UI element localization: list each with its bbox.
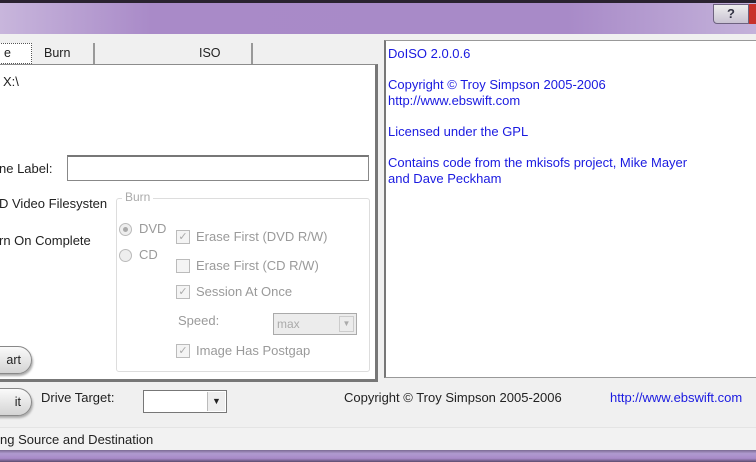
close-button[interactable] [749, 4, 756, 24]
exit-button[interactable]: it [0, 388, 32, 416]
volume-label-input[interactable] [67, 155, 369, 181]
burn-group-legend: Burn [122, 190, 154, 204]
window-frame-bottom [0, 450, 756, 462]
dvd-video-filesystem-checkbox[interactable]: D Video Filesysten [0, 196, 107, 211]
speed-select[interactable]: max ▼ [273, 313, 357, 335]
version-text: DoISO 2.0.0.6 [388, 46, 471, 61]
session-at-once-checkbox[interactable]: ✓ [176, 285, 190, 299]
title-bar [0, 0, 756, 34]
status-text: ng Source and Destination [0, 432, 154, 447]
credits-text: Contains code from the mkisofs project, … [388, 155, 688, 170]
dvd-radio[interactable] [119, 223, 132, 236]
volume-label-label: ne Label: [0, 161, 53, 176]
tab-burn-existing-iso[interactable]: Burn Existing ISO Image [39, 43, 95, 120]
postgap-label: Image Has Postgap [196, 343, 311, 358]
credits-text-2: and Dave Peckham [388, 171, 502, 186]
website-link[interactable]: http://www.ebswift.com [610, 390, 742, 405]
copyright-text: Copyright © Troy Simpson 2005-2006 [388, 77, 606, 92]
burn-on-complete-checkbox[interactable]: rn On Complete [0, 233, 91, 248]
footer-copyright: Copyright © Troy Simpson 2005-2006 [344, 390, 562, 405]
drive-path: X:\ [3, 74, 19, 89]
cd-radio-label: CD [139, 247, 158, 262]
start-button[interactable]: art [0, 346, 32, 374]
erase-dvd-checkbox[interactable]: ✓ [176, 230, 190, 244]
erase-cd-checkbox[interactable] [176, 259, 190, 273]
erase-cd-label: Erase First (CD R/W) [196, 258, 319, 273]
cd-radio[interactable] [119, 249, 132, 262]
chevron-down-icon: ▼ [207, 392, 225, 411]
speed-label: Speed: [178, 313, 220, 328]
website-text: http://www.ebswift.com [388, 93, 521, 108]
erase-dvd-label: Erase First (DVD R/W) [196, 229, 328, 244]
dvd-radio-label: DVD [139, 221, 167, 236]
chevron-down-icon: ▼ [339, 316, 354, 332]
session-at-once-label: Session At Once [196, 284, 293, 299]
speed-value: max [277, 317, 300, 331]
tab-iso-creation-options[interactable]: ISO Creation Options [194, 43, 254, 100]
tab-create-iso[interactable]: e ISO [0, 43, 32, 79]
drive-target-label: Drive Target: [41, 390, 115, 405]
help-button[interactable]: ? [713, 4, 749, 24]
about-text-box[interactable]: DoISO 2.0.0.6 Copyright © Troy Simpson 2… [384, 40, 756, 378]
postgap-checkbox[interactable]: ✓ [176, 344, 190, 358]
status-bar: ng Source and Destination [0, 427, 756, 451]
license-text: Licensed under the GPL [388, 124, 529, 139]
drive-target-select[interactable]: ▼ [143, 390, 227, 413]
